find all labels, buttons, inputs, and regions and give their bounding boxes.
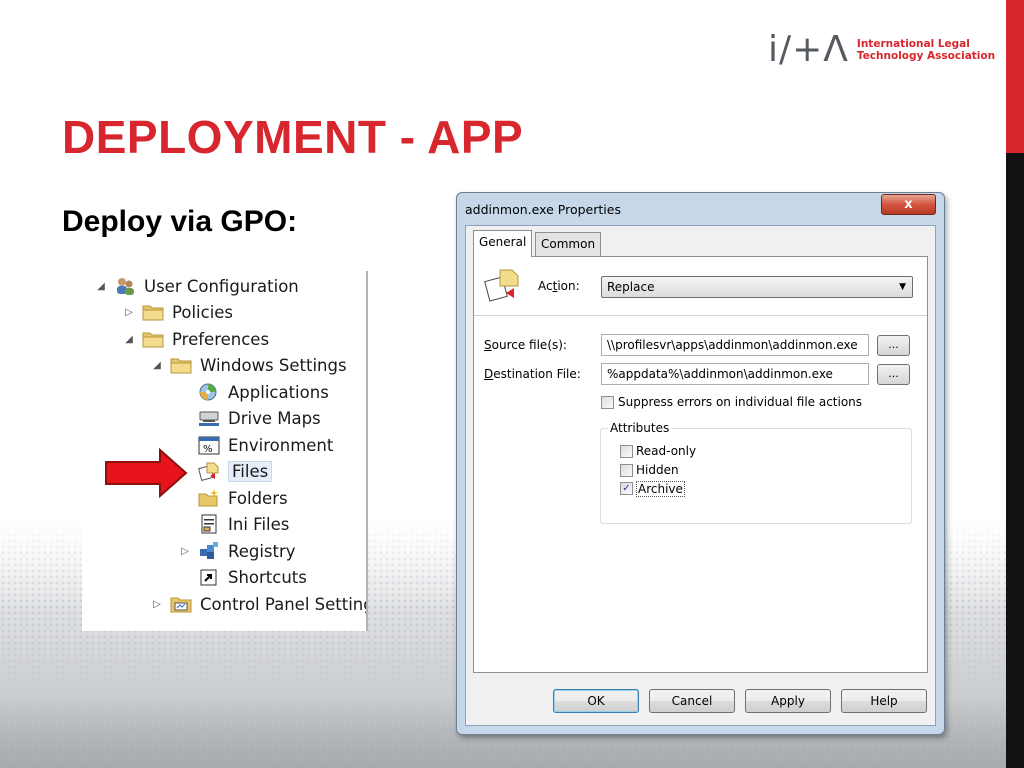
tree-item-label: Policies	[172, 302, 234, 322]
attributes-title: Attributes	[608, 421, 672, 435]
tree-item-label: Control Panel Setting	[200, 594, 368, 614]
collapsed-arrow-icon[interactable]: ▷	[122, 307, 136, 318]
logo-mark: i/+Λ	[768, 29, 849, 70]
tree-item-policies[interactable]: ▷ Policies	[122, 299, 233, 325]
suppress-errors-checkbox[interactable]	[601, 396, 614, 409]
tree-item-label: User Configuration	[144, 276, 299, 296]
hidden-label: Hidden	[636, 463, 679, 477]
folder-icon	[170, 355, 192, 375]
logo-text-line2: Technology Association	[856, 50, 996, 62]
environment-icon: %	[198, 435, 220, 455]
slide-title: DEPLOYMENT - APP	[62, 111, 524, 163]
expanded-arrow-icon[interactable]: ◢	[150, 360, 164, 371]
registry-icon	[198, 541, 220, 561]
expanded-arrow-icon[interactable]: ◢	[122, 334, 136, 345]
tree-item-label: Environment	[228, 435, 334, 455]
divider	[474, 315, 927, 316]
shortcut-icon	[198, 567, 220, 587]
tree-item-label: Shortcuts	[228, 567, 307, 587]
source-label: Source file(s):	[484, 338, 567, 352]
suppress-errors-label: Suppress errors on individual file actio…	[618, 395, 863, 409]
tree-item-preferences[interactable]: ◢ Preferences	[122, 326, 269, 352]
tree-item-label: Applications	[228, 382, 329, 402]
slide-subtitle: Deploy via GPO:	[62, 205, 298, 238]
general-tab-panel: Action: Replace ▼ Source file(s): \\prof…	[473, 256, 928, 673]
tree-item-control-panel-setting[interactable]: ▷ Control Panel Setting	[150, 591, 368, 617]
folder-new-icon	[198, 488, 220, 508]
archive-checkbox[interactable]: ✓	[620, 482, 633, 495]
logo-text-line1: International Legal	[856, 38, 970, 50]
dialog-body: General Common Action: Replace ▼ Source …	[465, 225, 936, 726]
files-icon	[198, 461, 220, 481]
folder-icon	[142, 329, 164, 349]
tree-item-folders[interactable]: Folders	[178, 485, 288, 511]
folder-icon	[142, 302, 164, 322]
tree-item-user-configuration[interactable]: ◢ User Configuration	[94, 273, 299, 299]
source-browse-button[interactable]: ...	[877, 335, 910, 356]
apply-button[interactable]: Apply	[745, 689, 831, 713]
edge-bar-black	[1006, 153, 1024, 768]
control-panel-icon	[170, 594, 192, 614]
tree-item-registry[interactable]: ▷ Registry	[178, 538, 296, 564]
tree-item-label: Preferences	[172, 329, 270, 349]
source-file-input[interactable]: \\profilesvr\apps\addinmon\addinmon.exe	[601, 334, 869, 356]
users-icon	[114, 276, 136, 296]
tree-item-ini-files[interactable]: Ini Files	[178, 511, 289, 537]
applications-icon	[198, 382, 220, 402]
action-dropdown[interactable]: Replace ▼	[601, 276, 913, 298]
svg-text:%: %	[203, 444, 213, 455]
close-button[interactable]: x	[881, 194, 936, 215]
tree-item-environment[interactable]: % Environment	[178, 432, 333, 458]
tree-item-applications[interactable]: Applications	[178, 379, 329, 405]
ok-button[interactable]: OK	[553, 689, 639, 713]
files-large-icon	[484, 267, 520, 303]
tree-item-label: Drive Maps	[228, 408, 321, 428]
tab-common[interactable]: Common	[535, 232, 602, 256]
logo-text: International Legal Technology Associati…	[857, 38, 995, 62]
tree-item-files[interactable]: Files	[178, 458, 273, 484]
ini-file-icon	[198, 514, 220, 534]
archive-label: Archive	[636, 481, 685, 497]
read-only-label: Read-only	[636, 444, 697, 458]
red-arrow-icon	[105, 448, 188, 498]
help-button[interactable]: Help	[841, 689, 927, 713]
tree-item-label: Windows Settings	[200, 355, 347, 375]
action-label: Action:	[538, 279, 580, 293]
drive-icon	[198, 408, 220, 428]
hidden-checkbox[interactable]	[620, 464, 633, 477]
destination-browse-button[interactable]: ...	[877, 364, 910, 385]
edge-bar-red	[1006, 0, 1024, 153]
tab-general[interactable]: General	[473, 230, 533, 257]
tree-item-drive-maps[interactable]: Drive Maps	[178, 405, 321, 431]
ilta-logo: i/+Λ International Legal Technology Asso…	[768, 28, 995, 72]
expanded-arrow-icon[interactable]: ◢	[94, 281, 108, 292]
tree-item-label: Folders	[228, 488, 288, 508]
chevron-down-icon: ▼	[899, 282, 906, 292]
tree-item-label: Files	[228, 460, 273, 482]
collapsed-arrow-icon[interactable]: ▷	[178, 546, 192, 557]
destination-label: Destination File:	[484, 367, 581, 381]
tree-item-windows-settings[interactable]: ◢ Windows Settings	[150, 352, 347, 378]
tree-item-label: Ini Files	[228, 514, 290, 534]
destination-file-input[interactable]: %appdata%\addinmon\addinmon.exe	[601, 363, 869, 385]
tree-item-label: Registry	[228, 541, 296, 561]
tree-item-shortcuts[interactable]: Shortcuts	[178, 564, 307, 590]
read-only-checkbox[interactable]	[620, 445, 633, 458]
dialog-title: addinmon.exe Properties	[465, 202, 621, 217]
cancel-button[interactable]: Cancel	[649, 689, 735, 713]
properties-dialog: addinmon.exe Properties x General Common…	[456, 192, 945, 735]
collapsed-arrow-icon[interactable]: ▷	[150, 599, 164, 610]
action-value: Replace	[607, 280, 655, 294]
